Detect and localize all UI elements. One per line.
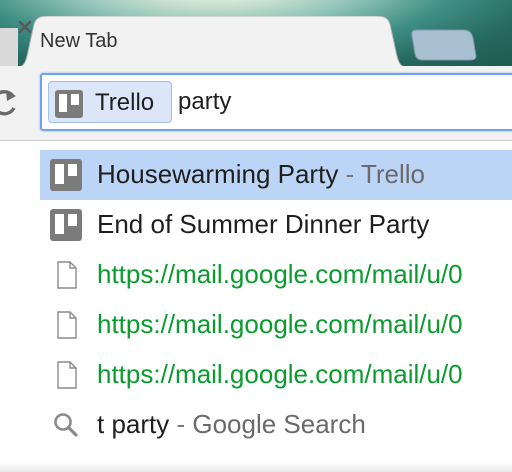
suggestion-row[interactable]: Housewarming Party - Trello [40, 150, 512, 200]
page-icon [57, 361, 77, 389]
keyword-chip[interactable]: Trello [48, 81, 172, 123]
suggestion-text: Housewarming Party - Trello [97, 159, 425, 190]
suggestion-url: https://mail.google.com/mail/u/0 [97, 359, 463, 389]
search-icon [54, 413, 78, 437]
suggestion-url: https://mail.google.com/mail/u/0 [97, 309, 463, 339]
tab-title: New Tab [40, 30, 118, 52]
reload-icon[interactable] [0, 84, 22, 120]
suggestion-title: Housewarming Party [97, 159, 339, 189]
tab-new-tab[interactable]: New Tab [14, 16, 410, 66]
trello-icon [50, 209, 82, 241]
suggestion-separator: - [169, 409, 193, 439]
suggestion-url: https://mail.google.com/mail/u/0 [97, 259, 463, 289]
suggestion-source: Google Search [192, 409, 366, 439]
omnibox[interactable]: Trello [40, 73, 512, 131]
new-tab-button[interactable] [408, 26, 480, 62]
dropdown-bottom-edge [0, 462, 512, 472]
keyword-chip-label: Trello [95, 89, 155, 116]
suggestion-source: Trello [360, 159, 426, 189]
suggestion-row[interactable]: https://mail.google.com/mail/u/0 [40, 300, 512, 350]
suggestion-text: t party - Google Search [97, 409, 366, 440]
trello-icon [50, 159, 82, 191]
trello-icon [55, 90, 83, 118]
page-icon [57, 261, 77, 289]
close-icon[interactable] [14, 16, 36, 38]
suggestion-separator: - [338, 159, 361, 189]
suggestion-query: t party [97, 409, 170, 439]
suggestion-title: End of Summer Dinner Party [97, 209, 430, 239]
suggestion-row[interactable]: https://mail.google.com/mail/u/0 [40, 250, 512, 300]
suggestion-row[interactable]: https://mail.google.com/mail/u/0 [40, 350, 512, 400]
suggestion-row[interactable]: End of Summer Dinner Party [40, 200, 512, 250]
omnibox-input[interactable] [178, 88, 478, 116]
browser-toolbar: Trello [0, 66, 512, 141]
browser-titlebar: New Tab [0, 0, 512, 66]
suggestion-row[interactable]: t party - Google Search [40, 400, 512, 450]
omnibox-suggestions: Housewarming Party - Trello End of Summe… [0, 141, 512, 472]
page-icon [57, 311, 77, 339]
